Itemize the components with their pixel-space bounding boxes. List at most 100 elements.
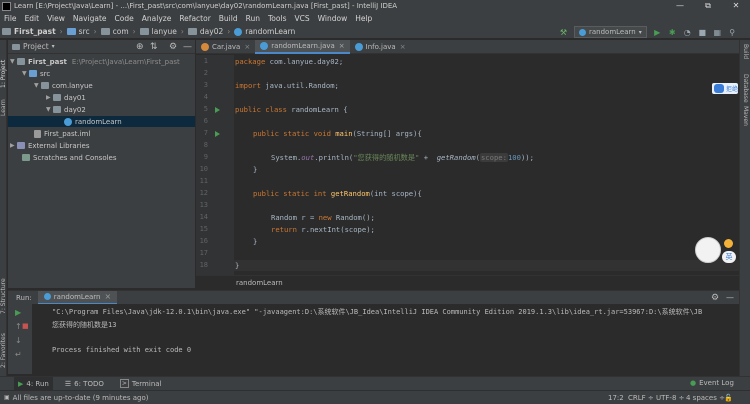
project-structure-icon[interactable]: ▦ <box>712 27 723 38</box>
soft-wrap-icon[interactable]: ↵ <box>15 350 22 359</box>
menu-run[interactable]: Run <box>242 12 264 25</box>
java-class-icon <box>64 117 72 126</box>
code-line-1: package com.lanyue.day02; <box>235 57 344 66</box>
line-number: 12 <box>199 189 208 197</box>
tree-item-com-lanyue[interactable]: ▼ com.lanyue <box>34 80 93 91</box>
hide-icon[interactable]: — <box>183 42 192 52</box>
menu-vcs[interactable]: VCS <box>290 12 313 25</box>
intellij-app-icon <box>2 1 11 11</box>
indent-setting[interactable]: 4 spaces ÷ <box>686 394 725 402</box>
line-separator[interactable]: CRLF ÷ <box>628 394 654 402</box>
collapse-all-icon[interactable]: ⇅ <box>150 42 158 52</box>
structure-tool-tab[interactable]: 7: Structure <box>0 268 7 314</box>
caret-position[interactable]: 17:2 <box>608 394 624 402</box>
scroll-up-icon[interactable]: ↑ <box>15 322 22 331</box>
menu-tools[interactable]: Tools <box>264 12 290 25</box>
file-encoding[interactable]: UTF-8 ÷ <box>656 394 685 402</box>
tab-info-java[interactable]: Info.java × <box>350 40 411 54</box>
project-panel-header: Project ▾ ⊕ ⇅ ⚙ — <box>8 40 195 54</box>
menu-refactor[interactable]: Refactor <box>175 12 214 25</box>
breadcrumb-lanyue[interactable]: lanyue <box>138 27 179 36</box>
tree-item-scratches[interactable]: Scratches and Consoles <box>22 152 117 163</box>
breadcrumb-day02[interactable]: day02 <box>186 27 225 36</box>
ime-language-toggle[interactable]: 英 <box>722 251 736 263</box>
menu-view[interactable]: View <box>43 12 69 25</box>
minimize-button[interactable]: — <box>666 0 694 12</box>
menu-help[interactable]: Help <box>351 12 376 25</box>
tree-item-src[interactable]: ▼ src <box>22 68 50 79</box>
project-tool-tab[interactable]: 1: Project <box>0 44 7 88</box>
run-class-icon[interactable] <box>215 107 220 113</box>
tree-item-external-libraries[interactable]: ▶ External Libraries <box>10 140 90 151</box>
tree-item-randomlearn[interactable]: randomLearn <box>8 116 195 127</box>
ime-skin-icon[interactable] <box>724 239 733 248</box>
tree-item-day01[interactable]: ▶ day01 <box>46 92 86 103</box>
chevron-down-icon: ▼ <box>34 82 39 89</box>
close-button[interactable]: ✕ <box>722 0 750 12</box>
module-folder-icon <box>17 58 25 65</box>
breadcrumb-com[interactable]: com <box>99 27 131 36</box>
run-tab-randomlearn[interactable]: randomLearn × <box>37 290 118 305</box>
search-icon[interactable]: ⚲ <box>727 27 738 38</box>
stop-icon[interactable]: ■ <box>22 322 29 330</box>
maven-tool-tab[interactable]: Maven <box>742 106 749 126</box>
menu-window[interactable]: Window <box>314 12 352 25</box>
chevron-down-icon[interactable]: ▾ <box>52 43 55 50</box>
tree-item-first-past-iml[interactable]: First_past.iml <box>34 128 90 139</box>
run-config-select[interactable]: randomLearn ▾ <box>574 26 647 38</box>
editor-breadcrumb-item[interactable]: randomLearn <box>236 279 283 287</box>
editor-tabs: Car.java × randomLearn.java × Info.java … <box>196 39 739 54</box>
close-icon[interactable]: × <box>400 43 406 51</box>
project-view-select[interactable]: Project <box>23 42 49 51</box>
menu-file[interactable]: File <box>0 12 21 25</box>
cloud-icon <box>714 84 724 93</box>
tab-randomlearn-java[interactable]: randomLearn.java × <box>255 39 350 54</box>
tool-tab-todo[interactable]: ☰ 6: TODO <box>61 380 108 388</box>
build-hammer-icon[interactable]: ⚒ <box>558 27 569 38</box>
scroll-down-icon[interactable]: ↓ <box>15 336 22 345</box>
tab-car-java[interactable]: Car.java × <box>196 40 255 54</box>
stop-icon[interactable]: ■ <box>697 27 708 38</box>
event-log-button[interactable]: ● Event Log <box>690 379 734 387</box>
hide-icon[interactable]: — <box>726 293 734 302</box>
chevron-right-icon: › <box>180 27 184 36</box>
gear-icon[interactable]: ⚙ <box>169 42 177 52</box>
menu-navigate[interactable]: Navigate <box>69 12 111 25</box>
close-icon[interactable]: × <box>244 43 250 51</box>
tree-item-first-past[interactable]: ▼ First_past E:\Project\Java\Learn\First… <box>10 56 180 67</box>
tool-tab-terminal[interactable]: > Terminal <box>116 379 166 388</box>
gear-icon[interactable]: ⚙ <box>711 293 719 303</box>
menu-analyze[interactable]: Analyze <box>138 12 176 25</box>
maximize-button[interactable]: ⧉ <box>694 0 722 12</box>
code-line-9: System.out.println("您获得的随机数是" + getRando… <box>271 153 534 162</box>
rerun-icon[interactable]: ▶ <box>15 308 21 317</box>
current-line-highlight <box>234 260 739 271</box>
coverage-icon[interactable]: ◔ <box>682 27 693 38</box>
status-layout-icon[interactable]: ▣ <box>4 394 10 401</box>
floating-assistant-widget[interactable]: 拒绝 <box>712 83 738 94</box>
close-icon[interactable]: × <box>105 292 112 301</box>
ant-build-tool-tab[interactable]: Ant Build <box>742 44 750 70</box>
locate-icon[interactable]: ⊕ <box>136 42 144 52</box>
menu-code[interactable]: Code <box>111 12 138 25</box>
database-tool-tab[interactable]: Database <box>742 74 749 103</box>
lock-icon[interactable]: 🔓 <box>724 394 733 402</box>
run-main-icon[interactable] <box>215 131 220 137</box>
breadcrumb-randomlearn[interactable]: randomLearn <box>232 27 297 36</box>
iml-file-icon <box>34 129 41 138</box>
tool-tab-run[interactable]: ▶ 4: Run <box>14 376 53 391</box>
code-editor[interactable]: package com.lanyue.day02; import java.ut… <box>234 55 739 275</box>
learn-tool-tab[interactable]: Learn <box>0 92 7 116</box>
source-folder-icon <box>66 28 76 35</box>
breadcrumb-src[interactable]: src <box>65 27 92 36</box>
menu-edit[interactable]: Edit <box>21 12 44 25</box>
breadcrumb-first-past[interactable]: First_past <box>0 27 58 36</box>
tree-item-day02[interactable]: ▼ day02 <box>46 104 86 115</box>
close-icon[interactable]: × <box>339 42 345 50</box>
menu-build[interactable]: Build <box>215 12 242 25</box>
ime-mascot-icon[interactable] <box>695 237 721 263</box>
debug-icon[interactable]: ✱ <box>667 27 678 38</box>
run-console[interactable]: "C:\Program Files\Java\jdk-12.0.1\bin\ja… <box>32 304 739 374</box>
favorites-tool-tab[interactable]: 2: Favorites <box>0 324 7 368</box>
run-icon[interactable]: ▶ <box>652 27 663 38</box>
